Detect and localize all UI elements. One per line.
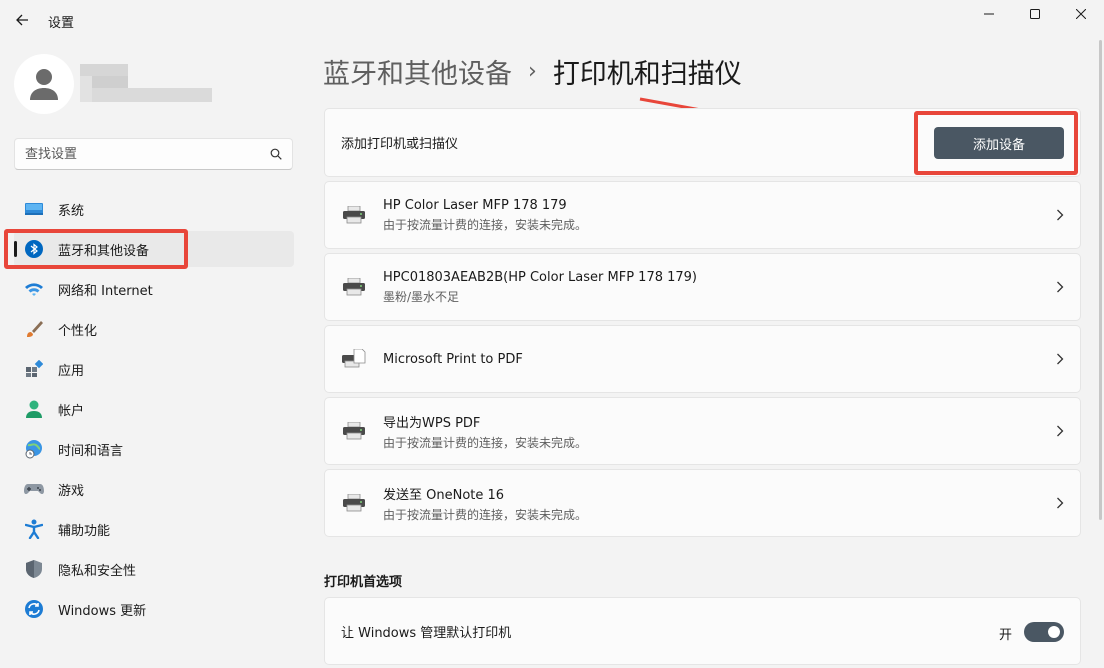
minimize-button[interactable] — [966, 0, 1012, 28]
printer-icon — [341, 274, 367, 300]
printer-name: HPC01803AEAB2B(HP Color Laser MFP 178 17… — [383, 269, 697, 285]
toggle-state-label: 开 — [998, 628, 1012, 643]
add-printer-card: 添加打印机或扫描仪 添加设备 — [324, 108, 1081, 177]
printer-status: 由于按流量计费的连接，安装未完成。 — [383, 435, 588, 450]
sidebar-item-gaming[interactable]: 游戏 — [14, 471, 294, 507]
printer-item[interactable]: HP Color Laser MFP 178 179 由于按流量计费的连接，安装… — [324, 181, 1081, 249]
title-bar: 设置 — [0, 0, 1104, 44]
scrollbar[interactable] — [1099, 40, 1102, 520]
chevron-right-icon — [1040, 281, 1080, 293]
add-device-button[interactable]: 添加设备 — [934, 127, 1064, 159]
brush-icon — [24, 319, 44, 339]
toggle-knob — [1048, 626, 1060, 638]
printer-status: 墨粉/墨水不足 — [383, 289, 460, 304]
printer-name: HP Color Laser MFP 178 179 — [383, 197, 567, 213]
default-printer-setting: 让 Windows 管理默认打印机 开 — [324, 597, 1081, 665]
app-title: 设置 — [48, 16, 75, 31]
sidebar-item-label: 辅助功能 — [58, 523, 111, 539]
printer-item[interactable]: HPC01803AEAB2B(HP Color Laser MFP 178 17… — [324, 253, 1081, 321]
close-button[interactable] — [1058, 0, 1104, 28]
gamepad-icon — [24, 479, 44, 499]
sidebar-item-bluetooth[interactable]: 蓝牙和其他设备 — [14, 231, 294, 267]
update-icon — [24, 599, 44, 619]
default-printer-toggle[interactable] — [1024, 622, 1064, 642]
sidebar-item-network[interactable]: 网络和 Internet — [14, 271, 294, 307]
sidebar-item-accounts[interactable]: 帐户 — [14, 391, 294, 427]
sidebar-item-label: 网络和 Internet — [58, 283, 153, 299]
chevron-right-icon — [1040, 497, 1080, 509]
breadcrumb-separator: › — [528, 59, 537, 84]
printer-name: 导出为WPS PDF — [383, 415, 481, 431]
page-title: 打印机和扫描仪 — [552, 59, 742, 90]
chevron-right-icon — [1040, 425, 1080, 437]
printer-icon — [341, 418, 367, 444]
wifi-icon — [24, 279, 44, 299]
search-icon[interactable] — [270, 148, 282, 160]
arrow-left-icon — [16, 14, 28, 26]
apps-icon — [24, 359, 44, 379]
breadcrumb: 蓝牙和其他设备 › 打印机和扫描仪 — [323, 52, 742, 91]
printer-status: 由于按流量计费的连接，安装未完成。 — [383, 217, 588, 232]
maximize-button[interactable] — [1012, 0, 1058, 28]
sidebar-item-label: 应用 — [58, 363, 85, 379]
sidebar-item-label: 游戏 — [58, 483, 85, 499]
sidebar-item-label: 蓝牙和其他设备 — [58, 243, 150, 259]
sidebar-item-time-language[interactable]: 时间和语言 — [14, 431, 294, 467]
chevron-right-icon — [1040, 353, 1080, 365]
sidebar-item-label: 系统 — [58, 203, 85, 219]
close-icon — [1076, 9, 1086, 19]
sidebar-nav: 系统 蓝牙和其他设备 网络和 Internet 个性化 应用 帐户 时间和语言 … — [14, 191, 294, 631]
accessibility-icon — [24, 519, 44, 539]
printer-status: 由于按流量计费的连接，安装未完成。 — [383, 507, 588, 522]
shield-icon — [24, 559, 44, 579]
sidebar-item-windows-update[interactable]: Windows 更新 — [14, 591, 294, 627]
person-icon — [24, 399, 44, 419]
add-printer-label: 添加打印机或扫描仪 — [341, 137, 459, 152]
printer-icon — [341, 202, 367, 228]
minimize-icon — [984, 13, 994, 15]
sidebar-item-label: Windows 更新 — [58, 603, 147, 619]
sidebar-item-apps[interactable]: 应用 — [14, 351, 294, 387]
default-printer-label: 让 Windows 管理默认打印机 — [341, 625, 512, 641]
sidebar-item-system[interactable]: 系统 — [14, 191, 294, 227]
printer-name: 发送至 OneNote 16 — [383, 487, 505, 503]
search-box[interactable] — [14, 138, 293, 170]
sidebar-item-label: 时间和语言 — [58, 443, 124, 459]
printer-item[interactable]: 发送至 OneNote 16 由于按流量计费的连接，安装未完成。 — [324, 469, 1081, 537]
printer-name: Microsoft Print to PDF — [383, 351, 523, 367]
chevron-right-icon — [1040, 209, 1080, 221]
pdf-printer-icon — [341, 346, 367, 372]
bluetooth-icon — [24, 239, 44, 259]
back-button[interactable] — [8, 6, 36, 34]
sidebar-item-personalization[interactable]: 个性化 — [14, 311, 294, 347]
monitor-icon — [24, 199, 44, 219]
sidebar-item-accessibility[interactable]: 辅助功能 — [14, 511, 294, 547]
sidebar-item-privacy[interactable]: 隐私和安全性 — [14, 551, 294, 587]
printer-icon — [341, 490, 367, 516]
sidebar-item-label: 隐私和安全性 — [58, 563, 137, 579]
breadcrumb-parent[interactable]: 蓝牙和其他设备 — [323, 52, 512, 91]
sidebar-item-label: 个性化 — [58, 323, 98, 339]
person-icon — [30, 69, 58, 100]
printer-item[interactable]: 导出为WPS PDF 由于按流量计费的连接，安装未完成。 — [324, 397, 1081, 465]
search-input[interactable] — [25, 146, 270, 162]
sidebar-item-label: 帐户 — [58, 403, 85, 419]
globe-clock-icon — [24, 439, 44, 459]
maximize-icon — [1030, 9, 1040, 19]
section-title-printer-preferences: 打印机首选项 — [324, 575, 403, 590]
printer-item[interactable]: Microsoft Print to PDF — [324, 325, 1081, 393]
avatar — [14, 54, 74, 114]
